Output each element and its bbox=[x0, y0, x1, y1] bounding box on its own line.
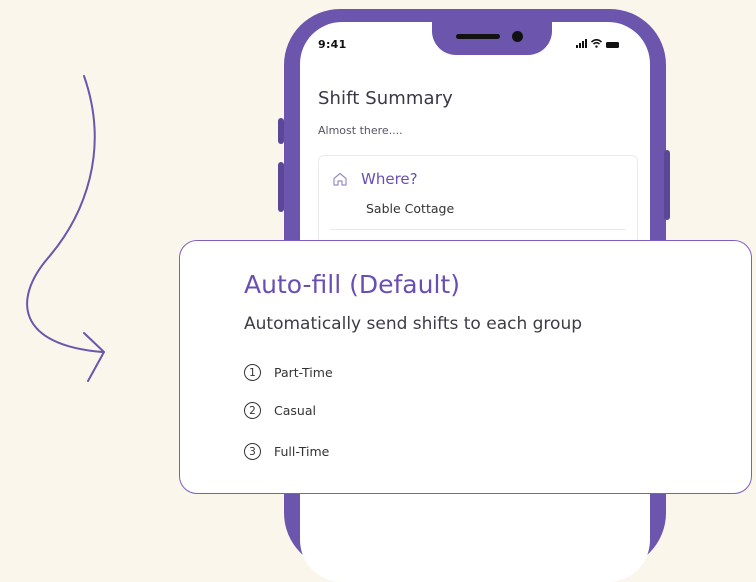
phone-side-button bbox=[278, 162, 284, 212]
group-label: Full-Time bbox=[274, 444, 330, 459]
signal-icon bbox=[576, 39, 587, 48]
status-icons bbox=[576, 39, 619, 48]
auto-fill-title: Auto-fill (Default) bbox=[244, 270, 460, 299]
group-label: Casual bbox=[274, 403, 316, 418]
group-item-full-time: 3 Full-Time bbox=[244, 443, 329, 460]
phone-notch bbox=[432, 9, 552, 55]
group-number: 1 bbox=[244, 364, 261, 381]
group-number: 3 bbox=[244, 443, 261, 460]
phone-camera bbox=[512, 31, 523, 42]
phone-speaker bbox=[456, 34, 500, 39]
group-item-part-time: 1 Part-Time bbox=[244, 364, 333, 381]
group-label: Part-Time bbox=[274, 365, 333, 380]
screen-subtitle: Almost there.... bbox=[318, 124, 403, 137]
phone-side-button bbox=[664, 150, 670, 220]
group-number: 2 bbox=[244, 402, 261, 419]
screen-title: Shift Summary bbox=[318, 88, 453, 109]
auto-fill-description: Automatically send shifts to each group bbox=[244, 314, 583, 334]
phone-side-button bbox=[278, 118, 284, 144]
where-label: Where? bbox=[361, 170, 418, 188]
group-item-casual: 2 Casual bbox=[244, 402, 316, 419]
card-divider bbox=[330, 229, 626, 230]
status-time: 9:41 bbox=[318, 38, 347, 51]
home-icon bbox=[333, 172, 347, 186]
battery-icon bbox=[606, 42, 619, 48]
where-value: Sable Cottage bbox=[366, 201, 455, 216]
wifi-icon bbox=[591, 39, 602, 48]
